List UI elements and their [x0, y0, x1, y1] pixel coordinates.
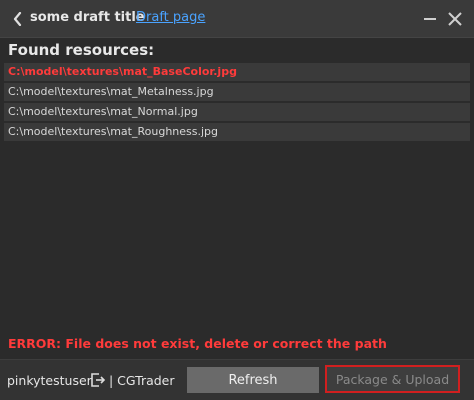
- minimize-button[interactable]: [418, 7, 442, 31]
- resource-item-basecolor[interactable]: C:\model\textures\mat_BaseColor.jpg: [4, 63, 470, 81]
- resource-item-normal[interactable]: C:\model\textures\mat_Normal.jpg: [4, 103, 470, 121]
- minimize-icon: [424, 18, 436, 20]
- logout-button[interactable]: [89, 370, 107, 390]
- footer-bar: pinkytestuser | CGTrader Refresh Package…: [0, 359, 474, 400]
- close-button[interactable]: [443, 7, 467, 31]
- title-bar: some draft title Draft page: [0, 0, 474, 38]
- resource-item-metalness[interactable]: C:\model\textures\mat_Metalness.jpg: [4, 83, 470, 101]
- resource-item-roughness[interactable]: C:\model\textures\mat_Roughness.jpg: [4, 123, 470, 141]
- page-title: some draft title: [30, 10, 145, 25]
- package-upload-button[interactable]: Package & Upload: [325, 365, 460, 393]
- username-label: pinkytestuser: [7, 373, 92, 388]
- resource-list: C:\model\textures\mat_BaseColor.jpg C:\m…: [4, 63, 470, 143]
- platform-label: | CGTrader: [109, 373, 175, 388]
- refresh-button[interactable]: Refresh: [187, 367, 319, 393]
- back-button[interactable]: [8, 9, 28, 29]
- logout-icon: [91, 373, 106, 387]
- close-icon: [448, 12, 462, 26]
- chevron-left-icon: [13, 12, 22, 26]
- error-message: ERROR: File does not exist, delete or co…: [8, 336, 387, 351]
- found-resources-heading: Found resources:: [8, 41, 155, 59]
- draft-page-link[interactable]: Draft page: [136, 10, 205, 25]
